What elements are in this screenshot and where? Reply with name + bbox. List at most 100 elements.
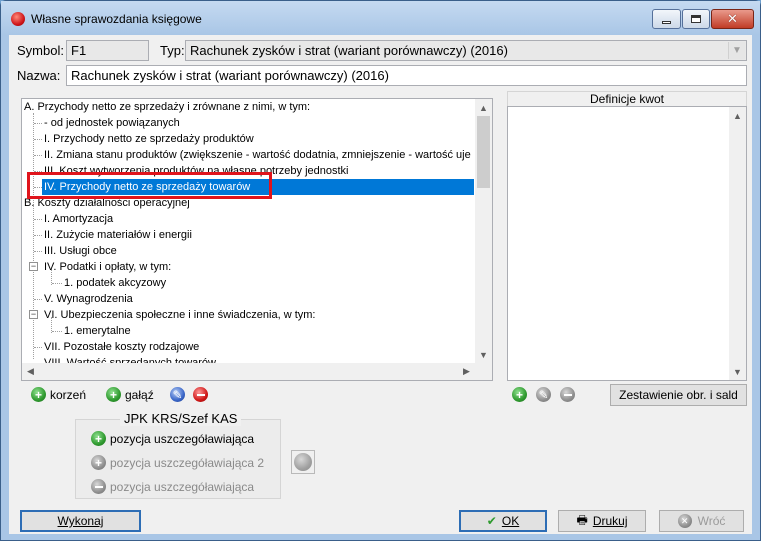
remove-detail-button[interactable]: pozycja uszczegóławiająca [91,479,254,494]
collapse-icon[interactable]: − [29,310,38,319]
tree-guide [34,235,42,236]
scroll-up-icon[interactable]: ▲ [729,107,746,124]
tree-guide [34,139,42,140]
window: Własne sprawozdania księgowe ✕ Symbol: F… [0,0,761,541]
tree-item[interactable]: - od jednostek powiązanych [42,115,182,131]
plus-icon: + [91,455,106,470]
tree-guide [34,347,42,348]
add-detail-2-label: pozycja uszczegóławiająca 2 [110,455,265,470]
printer-icon: 🖶 [576,512,588,527]
scroll-down-icon[interactable]: ▼ [475,346,492,363]
title-bar: Własne sprawozdania księgowe ✕ [1,1,760,35]
typ-label: Typ: [160,43,185,58]
tree-horizontal-scrollbar[interactable]: ◀ ▶ [22,363,475,380]
plus-icon: + [31,387,46,402]
tree-item[interactable]: V. Wynagrodzenia [42,291,135,307]
tree-guide [34,155,42,156]
definitions-header: Definicje kwot [507,91,747,106]
ok-label: OK [501,514,520,528]
maximize-button[interactable] [682,9,710,29]
tree-guide [34,219,42,220]
add-root-label: korzeń [50,387,87,402]
tree-guide [52,331,62,332]
edit-icon: ✎ [170,387,185,402]
symbol-label: Symbol: [17,43,64,58]
tree-item[interactable]: I. Przychody netto ze sprzedaży produktó… [42,131,256,147]
plus-icon: + [512,387,527,402]
tree-item[interactable]: 1. emerytalne [62,323,133,339]
tree-guide [34,299,42,300]
close-circle-icon: ✕ [677,514,692,528]
symbol-field[interactable]: F1 [66,40,149,61]
close-icon: ✕ [727,11,738,26]
minus-icon [91,479,106,494]
add-definition-button[interactable]: + [512,387,527,402]
properties-button[interactable]: ✎ [170,387,185,402]
tree-vertical-scrollbar[interactable]: ▲ ▼ [475,99,492,363]
tree-item[interactable]: II. Zmiana stanu produktów (zwiększenie … [42,147,473,163]
print-button[interactable]: 🖶 Drukuj [558,510,646,532]
add-root-button[interactable]: + korzeń [31,387,86,402]
edit-icon: ✎ [536,387,551,402]
plus-icon: + [91,431,106,446]
edit-definition-button[interactable]: ✎ [536,387,551,402]
scroll-right-icon[interactable]: ▶ [458,363,475,380]
add-branch-button[interactable]: + gałąź [106,387,154,402]
tree-content: A. Przychody netto ze sprzedaży i zrówna… [22,99,475,363]
highlight-box [27,172,272,199]
tree-item[interactable]: I. Amortyzacja [42,211,115,227]
add-detail-2-button[interactable]: + pozycja uszczegóławiająca 2 [91,455,264,470]
add-detail-button[interactable]: + pozycja uszczegóławiająca [91,431,254,446]
add-detail-label: pozycja uszczegóławiająca [110,431,255,446]
nazwa-field[interactable]: Rachunek zysków i strat (wariant porówna… [66,65,747,86]
minimize-button[interactable] [652,9,681,29]
tree-item[interactable]: 1. podatek akcyzowy [62,275,168,291]
remove-detail-label: pozycja uszczegóławiająca [110,479,255,494]
tree-item[interactable]: VIII. Wartość sprzedanych towarów [42,355,218,363]
jpk-group: JPK KRS/Szef KAS + pozycja uszczegóławia… [75,411,281,499]
remove-button[interactable] [193,387,208,402]
scroll-thumb[interactable] [477,116,490,188]
definitions-scrollbar[interactable]: ▲ ▼ [729,107,746,380]
scroll-up-icon[interactable]: ▲ [475,99,492,116]
report-tree[interactable]: A. Przychody netto ze sprzedaży i zrówna… [21,98,493,381]
add-branch-label: gałąź [125,387,154,402]
tree-guide [34,251,42,252]
jpk-extra-button[interactable] [291,450,315,474]
maximize-icon [691,15,701,23]
scroll-down-icon[interactable]: ▼ [729,363,746,380]
collapse-icon[interactable]: − [29,262,38,271]
tree-item[interactable]: III. Usługi obce [42,243,119,259]
plus-icon: + [106,387,121,402]
execute-label: Wykonaj [57,514,104,528]
tree-guide [34,123,42,124]
minimize-icon [662,20,671,24]
definitions-panel: Definicje kwot ▲ ▼ [507,91,747,381]
back-button[interactable]: ✕ Wróć [659,510,744,532]
tree-item[interactable]: A. Przychody netto ze sprzedaży i zrówna… [22,99,312,115]
remove-definition-button[interactable] [560,387,575,402]
execute-button[interactable]: Wykonaj [20,510,141,532]
typ-combo[interactable]: Rachunek zysków i strat (wariant porówna… [185,40,747,61]
print-label: Drukuj [592,514,628,528]
circle-icon [294,453,312,471]
typ-value: Rachunek zysków i strat (wariant porówna… [190,43,508,58]
app-icon [11,12,25,26]
tree-guide [33,113,34,359]
nazwa-label: Nazwa: [17,68,61,83]
tree-item[interactable]: IV. Podatki i opłaty, w tym: [42,259,173,275]
client-area: Symbol: F1 Typ: Rachunek zysków i strat … [9,35,752,534]
tree-item[interactable]: VII. Pozostałe koszty rodzajowe [42,339,201,355]
window-title: Własne sprawozdania księgowe [31,12,202,26]
close-button[interactable]: ✕ [711,9,754,29]
tree-item[interactable]: VI. Ubezpieczenia społeczne i inne świad… [42,307,317,323]
minus-icon [193,387,208,402]
summary-button[interactable]: Zestawienie obr. i sald [610,384,747,406]
scroll-left-icon[interactable]: ◀ [22,363,39,380]
ok-button[interactable]: ✔ OK [459,510,547,532]
tree-item[interactable]: II. Zużycie materiałów i energii [42,227,194,243]
check-icon: ✔ [486,514,497,528]
definitions-list[interactable]: ▲ ▼ [507,106,747,381]
chevron-down-icon[interactable]: ▼ [728,42,745,59]
minus-icon [560,387,575,402]
